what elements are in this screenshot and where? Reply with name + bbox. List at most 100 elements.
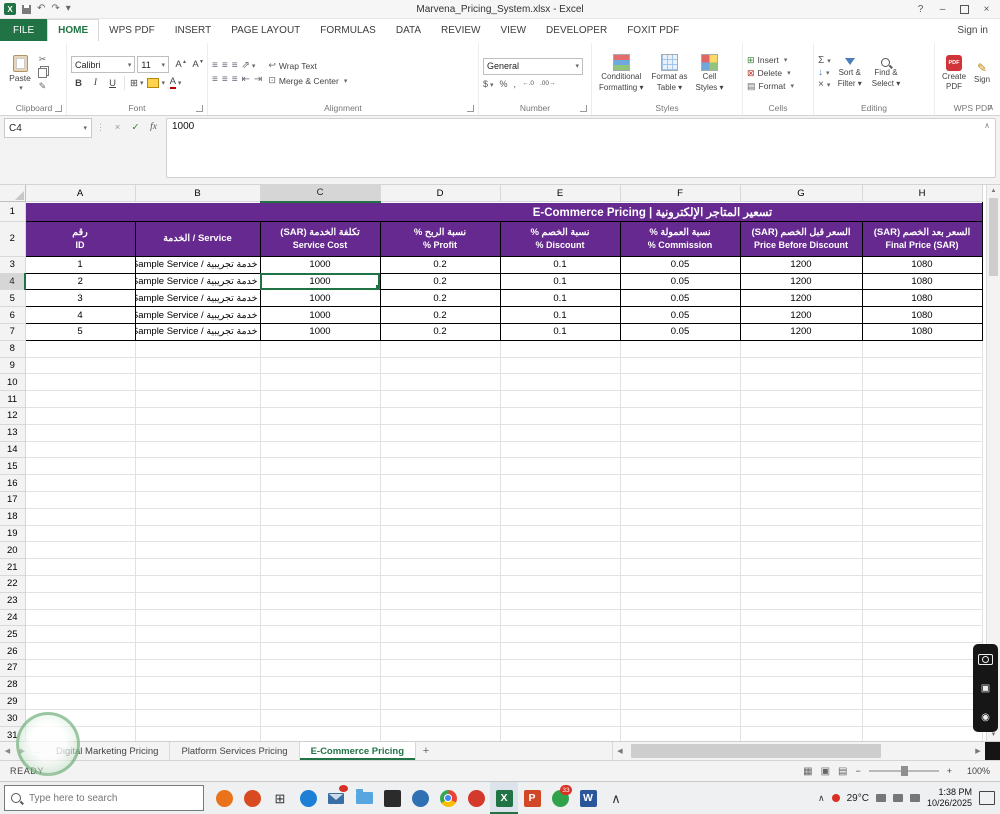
orientation-icon[interactable]: ⇗ ▾ [242,61,256,71]
help-button[interactable]: ? [911,2,930,16]
row-header-25[interactable]: 25 [0,625,26,644]
clipboard-dialog-launcher[interactable] [55,105,62,112]
cell-a10[interactable] [25,373,136,392]
cell-f14[interactable] [620,441,741,459]
cell-e17[interactable] [500,491,621,509]
increase-indent-icon[interactable]: ⇥ [254,75,262,85]
row-header-20[interactable]: 20 [0,541,26,560]
copy-icon[interactable] [38,68,47,78]
row-header-12[interactable]: 12 [0,406,26,425]
cell-c25[interactable] [260,625,381,644]
cell-f30[interactable] [620,709,741,728]
cell-b17[interactable] [135,491,261,509]
cell-d28[interactable] [380,676,501,694]
row-header-16[interactable]: 16 [0,474,26,492]
cell-d20[interactable] [380,541,501,560]
quick-access-dropdown-icon[interactable]: ▾ [66,4,71,14]
cell-e23[interactable] [500,592,621,610]
cell-b23[interactable] [135,592,261,610]
font-color-button[interactable]: A ▾ [168,76,183,90]
cell-a20[interactable] [25,541,136,560]
cell-c22[interactable] [260,575,381,593]
cell-h31[interactable] [862,726,983,741]
cell-h16[interactable] [862,474,983,492]
cell-b9[interactable] [135,357,261,375]
cell-g16[interactable] [740,474,863,492]
cell-d7[interactable]: 0.2 [379,322,501,341]
cell-d21[interactable] [380,558,501,576]
cell-e21[interactable] [500,558,621,576]
cell-a6[interactable]: 4 [24,306,136,324]
capture-dock[interactable] [985,742,1000,760]
ribbon-tab-view[interactable]: VIEW [490,19,536,41]
cell-e27[interactable] [500,659,621,677]
row-header-31[interactable]: 31 [0,726,26,741]
cell-b8[interactable] [135,340,261,358]
row-header-9[interactable]: 9 [0,356,26,375]
cell-g29[interactable] [740,693,863,711]
comma-style-button[interactable]: , [514,79,517,89]
cell-g6[interactable]: 1200 [739,306,863,324]
weather-temp[interactable]: 29°C [847,793,869,804]
row-header-10[interactable]: 10 [0,373,26,392]
cell-e20[interactable] [500,541,621,560]
align-middle-icon[interactable]: ≡ [222,61,228,71]
cell-a19[interactable] [25,525,136,543]
cell-f21[interactable] [620,558,741,576]
cell-g25[interactable] [740,625,863,644]
row-header-14[interactable]: 14 [0,440,26,459]
cell-d6[interactable]: 0.2 [379,306,501,324]
cell-d25[interactable] [380,625,501,644]
restore-button[interactable] [955,2,974,16]
cell-g10[interactable] [740,373,863,392]
cell-h20[interactable] [862,541,983,560]
increase-font-button[interactable]: A ▲ [171,58,187,72]
percent-style-button[interactable]: % [500,79,508,89]
cell-g14[interactable] [740,441,863,459]
increase-decimal-button[interactable]: ←.0 [522,80,534,87]
network-icon[interactable] [875,794,886,802]
horizontal-scrollbar[interactable]: ◀ ▶ [612,742,985,760]
minimize-button[interactable]: – [933,2,952,16]
cell-d14[interactable] [380,441,501,459]
cell-f25[interactable] [620,625,741,644]
cell-e10[interactable] [500,373,621,392]
page-layout-view-button[interactable]: ▣ [821,766,830,777]
align-top-icon[interactable]: ≡ [212,61,218,71]
cell-f10[interactable] [620,373,741,392]
cell-b26[interactable] [135,642,261,660]
merge-center-button[interactable]: ⊡ Merge & Center ▾ [268,75,347,86]
row-header-27[interactable]: 27 [0,658,26,677]
cell-a25[interactable] [25,625,136,644]
cell-b20[interactable] [135,541,261,560]
cell-f19[interactable] [620,525,741,543]
cell-b10[interactable] [135,373,261,392]
cell-d12[interactable] [380,407,501,425]
cell-b3[interactable]: Sample Service / خدمة تجريبية [134,255,261,274]
cell-h19[interactable] [862,525,983,543]
cell-a7[interactable]: 5 [24,322,136,341]
cell-a3[interactable]: 1 [24,255,136,274]
excel-taskbar-icon[interactable]: X [490,782,518,814]
save-icon[interactable] [22,4,31,14]
cell-f7[interactable]: 0.05 [619,322,741,341]
tab-scroll-left-icon[interactable]: ◀ [0,742,15,760]
header-cell-b[interactable]: Service / الخدمة [134,220,261,257]
cell-c15[interactable] [260,457,381,476]
formula-input[interactable]: 1000 ∧ [166,118,996,178]
ribbon-tab-data[interactable]: DATA [386,19,431,41]
cell-d15[interactable] [380,457,501,476]
cell-d23[interactable] [380,592,501,610]
cell-f12[interactable] [620,407,741,425]
align-center-icon[interactable]: ≡ [222,75,228,85]
cell-c16[interactable] [260,474,381,492]
cell-b31[interactable] [135,726,261,741]
cell-e31[interactable] [500,726,621,741]
cell-b24[interactable] [135,609,261,627]
page-break-view-button[interactable]: ▤ [838,766,847,777]
cell-f5[interactable]: 0.05 [619,289,741,308]
cell-d9[interactable] [380,357,501,375]
cell-f3[interactable]: 0.05 [619,255,741,274]
select-all-corner[interactable] [0,185,26,203]
cell-d19[interactable] [380,525,501,543]
